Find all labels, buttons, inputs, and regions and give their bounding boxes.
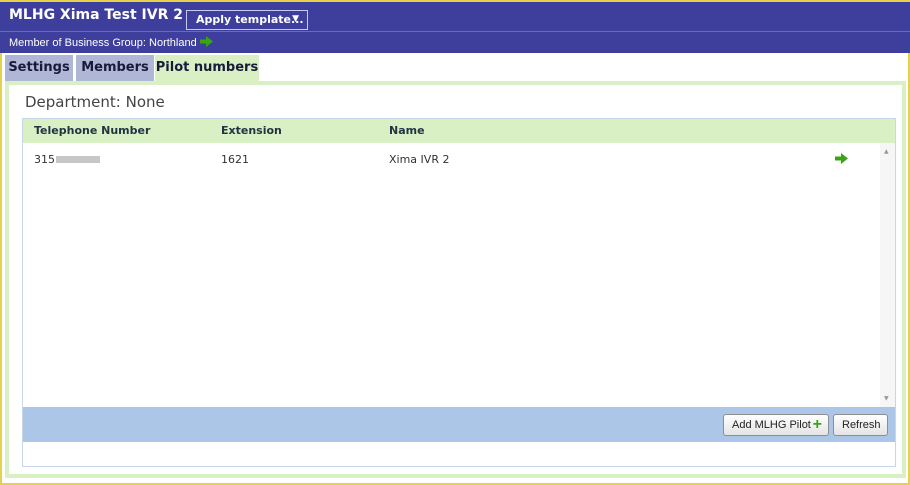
grid-header: Telephone Number Extension Name bbox=[23, 119, 895, 143]
scroll-down-icon[interactable]: ▼ bbox=[884, 395, 889, 402]
plus-icon: + bbox=[812, 416, 822, 433]
add-mlhg-pilot-button[interactable]: Add MLHG Pilot + bbox=[723, 414, 829, 436]
tab-pilot-numbers[interactable]: Pilot numbers bbox=[155, 55, 259, 81]
business-group-link[interactable]: Member of Business Group: Northland bbox=[9, 36, 213, 49]
extension-cell: 1621 bbox=[221, 153, 249, 166]
page-title: MLHG Xima Test IVR 2 bbox=[9, 7, 183, 23]
vertical-scrollbar[interactable]: ▲ ▼ bbox=[880, 143, 895, 407]
department-line: Department: None bbox=[25, 93, 165, 111]
name-cell: Xima IVR 2 bbox=[389, 153, 450, 166]
table-row[interactable]: 315 1621 Xima IVR 2 bbox=[23, 143, 879, 171]
caret-down-icon: ▼ bbox=[292, 14, 299, 24]
scroll-up-icon[interactable]: ▲ bbox=[884, 148, 889, 155]
arrow-right-icon[interactable] bbox=[199, 36, 213, 47]
column-header-telephone[interactable]: Telephone Number bbox=[34, 124, 150, 137]
arrow-right-icon[interactable] bbox=[835, 153, 848, 164]
telephone-cell: 315 bbox=[34, 153, 100, 166]
title-bar: MLHG Xima Test IVR 2 Apply template... ▼ bbox=[0, 0, 910, 31]
grid-footer: Add MLHG Pilot + Refresh bbox=[23, 407, 895, 442]
tab-members[interactable]: Members bbox=[76, 55, 154, 81]
add-mlhg-pilot-label: Add MLHG Pilot bbox=[732, 419, 811, 431]
business-group-bar: Member of Business Group: Northland bbox=[0, 31, 910, 53]
column-header-name[interactable]: Name bbox=[389, 124, 425, 137]
tab-settings[interactable]: Settings bbox=[5, 55, 73, 81]
redacted-digits bbox=[56, 156, 100, 163]
pilot-numbers-grid: Telephone Number Extension Name 315 1621… bbox=[22, 118, 896, 467]
department-label: Department: bbox=[25, 93, 121, 111]
column-header-extension[interactable]: Extension bbox=[221, 124, 282, 137]
department-value: None bbox=[125, 93, 165, 111]
apply-template-dropdown[interactable]: Apply template... ▼ bbox=[186, 10, 308, 30]
business-group-text: Member of Business Group: Northland bbox=[9, 37, 197, 49]
refresh-button[interactable]: Refresh bbox=[833, 414, 888, 436]
apply-template-label: Apply template... bbox=[196, 13, 304, 26]
telephone-prefix: 315 bbox=[34, 153, 55, 166]
pilot-numbers-panel: Department: None Telephone Number Extens… bbox=[5, 81, 906, 478]
